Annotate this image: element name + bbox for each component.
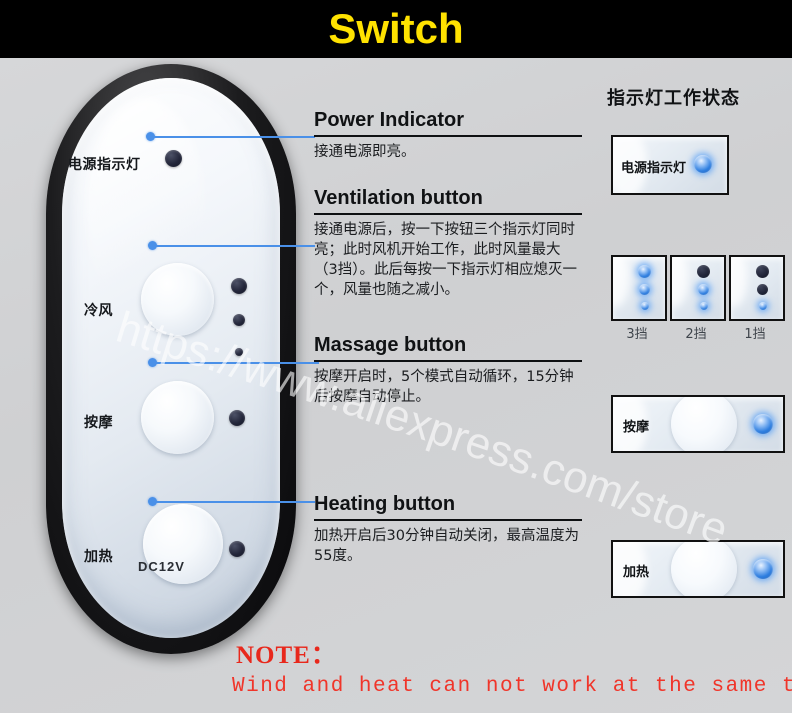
gear1-led-bottom — [759, 302, 767, 310]
status-panel-heat-led — [753, 559, 773, 579]
remote-fan-led-2 — [233, 314, 245, 326]
section-divider — [314, 360, 582, 362]
section-divider — [314, 135, 582, 137]
gear3-led-bottom — [641, 302, 649, 310]
status-panel-gear-2 — [670, 255, 726, 321]
section-divider — [314, 213, 582, 215]
panel-gloss — [613, 257, 629, 307]
remote-label-heat: 加热 — [84, 549, 113, 565]
status-panel-heat-knob — [671, 542, 737, 596]
remote-heat-led — [229, 541, 245, 557]
gear2-led-mid — [698, 284, 709, 295]
callout-line-massage — [153, 362, 319, 364]
gear2-led-bottom — [700, 302, 708, 310]
callout-line-power — [151, 136, 315, 138]
callout-line-heat — [153, 501, 315, 503]
section-title: Ventilation button — [314, 187, 483, 209]
status-panel-power: 电源指示灯 — [611, 135, 729, 195]
gear3-led-top — [638, 265, 651, 278]
callout-line-fan — [153, 245, 315, 247]
remote-label-fan: 冷风 — [84, 303, 113, 319]
status-panel-power-led — [694, 155, 712, 173]
remote-massage-button[interactable] — [141, 381, 214, 454]
status-panel-heat: 加热 — [611, 540, 785, 598]
status-panel-heading: 指示灯工作状态 — [607, 88, 740, 109]
gear1-led-mid — [757, 284, 768, 295]
status-panel-power-label: 电源指示灯 — [621, 161, 687, 176]
gear1-led-top — [756, 265, 769, 278]
remote-fan-led-1 — [231, 278, 247, 294]
section-title: Massage button — [314, 334, 467, 356]
gear2-caption: 2挡 — [685, 327, 707, 342]
header-bar: Switch — [0, 0, 792, 58]
section-power-indicator: Power Indicator 接通电源即亮。 — [314, 108, 582, 162]
section-body: 按摩开启时，5个模式自动循环，15分钟后按摩自动停止。 — [314, 369, 574, 405]
section-body: 接通电源后，按一下按钮三个指示灯同时亮；此时风机开始工作，此时风量最大（3挡）。… — [314, 222, 577, 298]
status-panel-heat-label: 加热 — [623, 565, 650, 580]
section-body: 加热开启后30分钟自动关闭，最高温度为55度。 — [314, 528, 579, 564]
gear2-led-top — [697, 265, 710, 278]
section-body: 接通电源即亮。 — [314, 144, 416, 160]
gear3-led-mid — [639, 284, 650, 295]
section-heating-button: Heating button 加热开启后30分钟自动关闭，最高温度为55度。 — [314, 492, 582, 566]
panel-gloss — [731, 257, 747, 307]
infographic-canvas: Switch 电源指示灯 冷风 按摩 加热 DC12V Power Indica… — [0, 0, 792, 713]
remote-fan-button[interactable] — [141, 263, 214, 336]
section-title: Heating button — [314, 493, 456, 515]
remote-fan-led-3 — [235, 348, 243, 356]
page-title: Switch — [328, 5, 464, 52]
section-massage-button: Massage button 按摩开启时，5个模式自动循环，15分钟后按摩自动停… — [314, 333, 582, 407]
gear3-caption: 3挡 — [626, 327, 648, 342]
status-panel-massage: 按摩 — [611, 395, 785, 453]
remote-power-led — [165, 150, 182, 167]
note-label: NOTE： — [236, 642, 337, 669]
status-panel-massage-knob — [671, 397, 737, 451]
section-ventilation-button: Ventilation button 接通电源后，按一下按钮三个指示灯同时亮；此… — [314, 186, 582, 300]
note-text: Wind and heat can not work at the same t… — [232, 675, 792, 698]
status-panel-gear-3 — [611, 255, 667, 321]
remote-control-photo: 电源指示灯 冷风 按摩 加热 DC12V — [46, 64, 296, 654]
remote-label-power: 电源指示灯 — [68, 157, 141, 173]
status-panel-gear-1 — [729, 255, 785, 321]
section-divider — [314, 519, 582, 521]
remote-label-massage: 按摩 — [84, 415, 113, 431]
section-title: Power Indicator — [314, 109, 465, 131]
panel-gloss — [672, 257, 688, 307]
gear1-caption: 1挡 — [744, 327, 766, 342]
status-panel-massage-label: 按摩 — [623, 420, 650, 435]
remote-voltage-label: DC12V — [138, 559, 185, 574]
remote-massage-led — [229, 410, 245, 426]
status-panel-massage-led — [753, 414, 773, 434]
